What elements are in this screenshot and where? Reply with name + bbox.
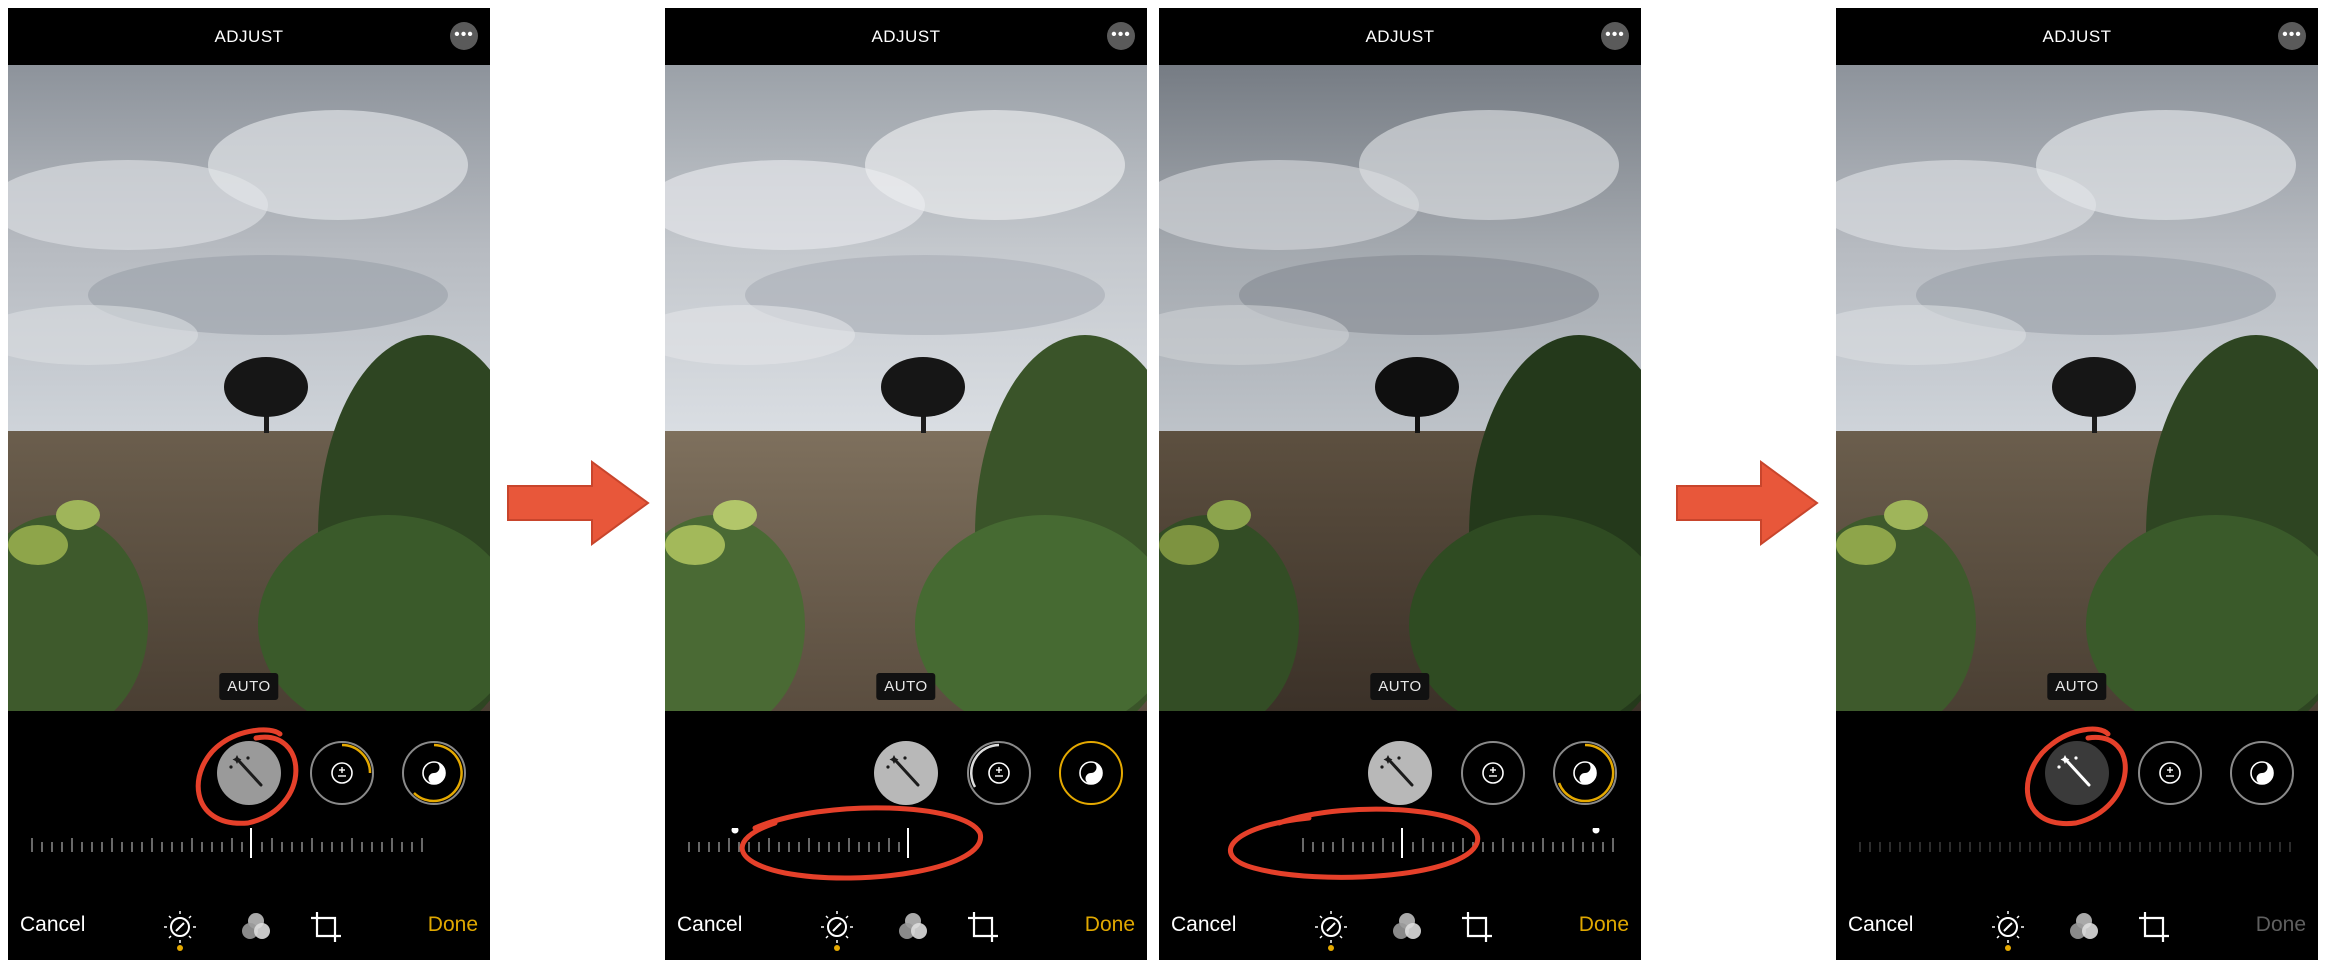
cancel-button[interactable]: Cancel: [677, 913, 742, 937]
filters-icon: [1393, 913, 1421, 939]
adjust-dial-icon: [1992, 911, 2024, 943]
auto-enhance-button[interactable]: [874, 741, 938, 805]
auto-label: AUTO: [2047, 673, 2107, 700]
active-tab-indicator: [2005, 945, 2011, 951]
brilliance-button[interactable]: [2230, 741, 2294, 805]
magic-wand-icon: [229, 755, 263, 787]
adjust-dial-icon: [164, 911, 196, 943]
filters-tab[interactable]: [236, 907, 276, 947]
brilliance-icon: [1557, 743, 1615, 803]
adjust-tab[interactable]: [1988, 907, 2028, 947]
done-button[interactable]: Done: [1085, 913, 1135, 937]
filters-icon: [2070, 913, 2098, 939]
photo: [8, 65, 490, 711]
top-bar: ADJUST •••: [8, 8, 490, 65]
brilliance-icon: [1079, 761, 1103, 785]
crop-icon: [311, 912, 341, 942]
brilliance-icon: [413, 743, 463, 803]
crop-tab[interactable]: [1457, 907, 1497, 947]
brilliance-button[interactable]: [1553, 741, 1617, 805]
crop-tab[interactable]: [306, 907, 346, 947]
exposure-button[interactable]: [310, 741, 374, 805]
top-bar: ADJUST •••: [1159, 8, 1641, 65]
photo: [1836, 65, 2318, 711]
auto-label: AUTO: [1370, 673, 1430, 700]
phone-screen-3: ADJUST ••• AUTO Cancel Done: [1159, 8, 1641, 960]
phone-screen-1: ADJUST ••• AUTO Cancel Done: [8, 8, 490, 960]
top-bar: ADJUST •••: [1836, 8, 2318, 65]
auto-enhance-button[interactable]: [2045, 741, 2109, 805]
exposure-icon: [2159, 762, 2181, 784]
phone-screen-2: ADJUST ••• AUTO Cancel Done: [665, 8, 1147, 960]
brilliance-button[interactable]: [402, 741, 466, 805]
done-button[interactable]: Done: [2256, 913, 2306, 937]
original-value-dot: [731, 828, 739, 834]
brilliance-icon: [2250, 761, 2274, 785]
auto-enhance-button[interactable]: [1368, 741, 1432, 805]
arrow-icon: [507, 460, 650, 546]
adjust-tab[interactable]: [1311, 907, 1351, 947]
original-value-dot: [1592, 828, 1600, 834]
page-title: ADJUST: [1365, 27, 1435, 46]
exposure-icon: [331, 743, 372, 784]
active-tab-indicator: [834, 945, 840, 951]
auto-enhance-button[interactable]: [217, 741, 281, 805]
adjustment-slider[interactable]: [665, 828, 1147, 868]
magic-wand-icon: [2057, 755, 2091, 787]
auto-label: AUTO: [876, 673, 936, 700]
adjustment-slider[interactable]: [1836, 828, 2318, 868]
done-button[interactable]: Done: [1579, 913, 1629, 937]
magic-wand-icon: [886, 755, 920, 787]
exposure-icon: [1482, 762, 1504, 784]
adjustment-slider[interactable]: [8, 828, 490, 868]
adjust-dial-icon: [1315, 911, 1347, 943]
auto-label: AUTO: [219, 673, 279, 700]
more-icon[interactable]: •••: [1601, 22, 1629, 50]
filters-tab[interactable]: [2064, 907, 2104, 947]
top-bar: ADJUST •••: [665, 8, 1147, 65]
filters-icon: [899, 913, 927, 939]
filters-tab[interactable]: [1387, 907, 1427, 947]
crop-tab[interactable]: [963, 907, 1003, 947]
exposure-button[interactable]: [967, 741, 1031, 805]
more-icon[interactable]: •••: [1107, 22, 1135, 50]
photo: [665, 65, 1147, 711]
filters-icon: [242, 913, 270, 939]
filters-tab[interactable]: [893, 907, 933, 947]
adjust-dial-icon: [821, 911, 853, 943]
page-title: ADJUST: [871, 27, 941, 46]
crop-icon: [1462, 912, 1492, 942]
adjust-tab[interactable]: [160, 907, 200, 947]
exposure-button[interactable]: [2138, 741, 2202, 805]
crop-tab[interactable]: [2134, 907, 2174, 947]
crop-icon: [2139, 912, 2169, 942]
brilliance-button[interactable]: [1059, 741, 1123, 805]
cancel-button[interactable]: Cancel: [1171, 913, 1236, 937]
adjustment-slider[interactable]: [1159, 828, 1641, 868]
magic-wand-icon: [1380, 755, 1414, 787]
adjust-tab[interactable]: [817, 907, 857, 947]
bottom-toolbar: Cancel Done: [1159, 903, 1641, 953]
cancel-button[interactable]: Cancel: [1848, 913, 1913, 937]
more-icon[interactable]: •••: [450, 22, 478, 50]
crop-icon: [968, 912, 998, 942]
active-tab-indicator: [1328, 945, 1334, 951]
exposure-button[interactable]: [1461, 741, 1525, 805]
active-tab-indicator: [177, 945, 183, 951]
page-title: ADJUST: [2042, 27, 2112, 46]
done-button[interactable]: Done: [428, 913, 478, 937]
bottom-toolbar: Cancel Done: [1836, 903, 2318, 953]
page-title: ADJUST: [214, 27, 284, 46]
more-icon[interactable]: •••: [2278, 22, 2306, 50]
phone-screen-4: ADJUST ••• AUTO Cancel Done: [1836, 8, 2318, 960]
arrow-icon: [1676, 460, 1819, 546]
bottom-toolbar: Cancel Done: [665, 903, 1147, 953]
bottom-toolbar: Cancel Done: [8, 903, 490, 953]
exposure-icon: [970, 743, 1010, 788]
cancel-button[interactable]: Cancel: [20, 913, 85, 937]
photo: [1159, 65, 1641, 711]
